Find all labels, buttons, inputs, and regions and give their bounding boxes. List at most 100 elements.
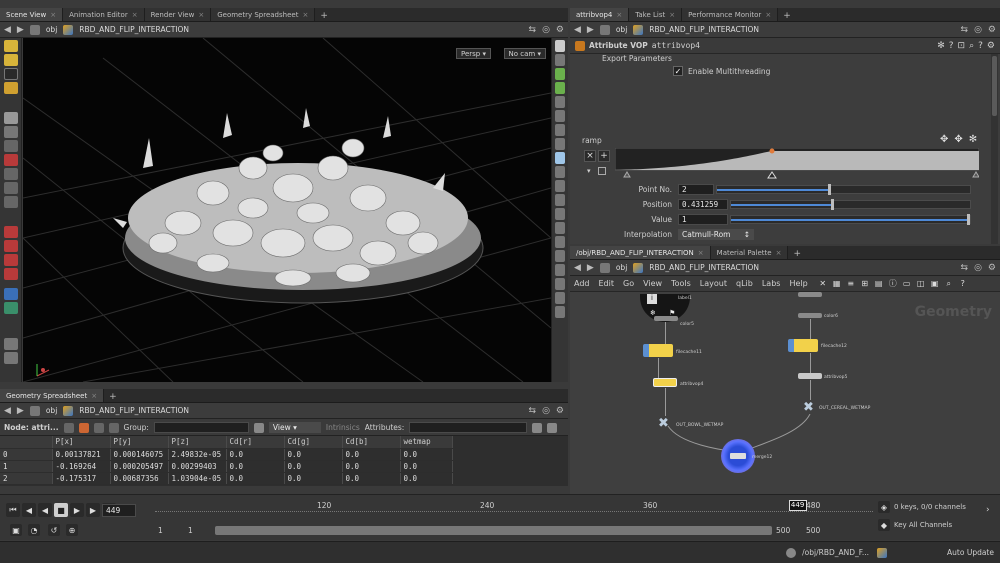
timeline-scrubber[interactable]: 120 240 360 480 449 [155, 500, 873, 519]
column-header[interactable]: wetmap [400, 436, 453, 449]
menu-edit[interactable]: Edit [599, 279, 615, 288]
network-tab-1[interactable]: Material Palette × [710, 246, 789, 259]
filter-icon[interactable] [532, 422, 543, 433]
ramp-gear-icon[interactable]: ✻ [969, 134, 977, 145]
3d-viewport[interactable]: Persp ▾ No cam ▾ [23, 38, 551, 382]
vertex-mode-icon[interactable] [78, 422, 89, 433]
link-icon[interactable]: ◎ [542, 406, 550, 416]
help-circle-icon[interactable]: ? [978, 41, 983, 51]
path-node[interactable]: RBD_AND_FLIP_INTERACTION [649, 263, 759, 272]
table-row[interactable]: 1 -0.169264 0.000205497 0.00299403 0.0 0.0 0.0… [0, 460, 453, 473]
stop-icon[interactable]: ■ [54, 503, 68, 517]
magnet-icon[interactable] [3, 268, 18, 280]
back-arrow-icon[interactable]: ◀ [4, 25, 11, 35]
path-node[interactable]: RBD_AND_FLIP_INTERACTION [79, 25, 189, 34]
null-node-icon[interactable]: ✖ [803, 400, 814, 415]
snap-point-icon[interactable] [3, 182, 18, 194]
wireframe-icon[interactable] [555, 110, 565, 122]
hide-icon[interactable] [555, 278, 565, 290]
light-bulb-icon[interactable] [555, 152, 565, 164]
column-header[interactable]: Cd[b] [342, 436, 401, 449]
snap-edge-icon[interactable] [3, 196, 18, 208]
params-tab-1[interactable]: Take List × [629, 8, 683, 21]
show-normals-icon[interactable] [555, 96, 565, 108]
shaded-icon[interactable] [555, 124, 565, 136]
menu-help[interactable]: Help [789, 279, 807, 288]
ramp-widget[interactable] [615, 148, 979, 180]
menu-add[interactable]: Add [574, 279, 590, 288]
path-obj[interactable]: obj [616, 263, 627, 272]
settings-icon[interactable]: ⚙ [987, 41, 995, 51]
home-view-icon[interactable] [3, 352, 18, 364]
node-filecache12[interactable] [788, 339, 818, 352]
menu-view[interactable]: View [643, 279, 662, 288]
point-no-slider[interactable] [716, 183, 971, 195]
display-options-icon[interactable] [555, 68, 565, 80]
global-start-field[interactable]: 1 [158, 526, 163, 535]
global-end-field[interactable]: 500 [806, 526, 820, 535]
close-icon[interactable]: × [776, 249, 782, 257]
forward-arrow-icon[interactable]: ▶ [587, 263, 594, 273]
column-header[interactable]: P[x] [52, 436, 111, 449]
spreadsheet-table[interactable]: P[x] P[y] P[z] Cd[r] Cd[g] Cd[b] wetmap 0 0.001… [0, 436, 568, 486]
ramp-menu-icon[interactable]: ▾ [587, 167, 591, 175]
menu-labs[interactable]: Labs [762, 279, 781, 288]
show-all-icon[interactable] [555, 292, 565, 304]
scale-tool-icon[interactable] [3, 82, 18, 94]
multithreading-checkbox[interactable]: ✓ [673, 66, 683, 76]
node-top-right[interactable] [798, 292, 822, 297]
help-circle-icon[interactable]: ? [956, 277, 970, 291]
forward-arrow-icon[interactable]: ▶ [17, 25, 24, 35]
add-tab-icon[interactable]: + [788, 249, 806, 259]
play-icon[interactable]: ▶ [70, 503, 84, 517]
auto-update-menu[interactable]: Auto Update [947, 548, 994, 557]
view-menu[interactable]: View ▾ [268, 422, 321, 433]
ramp-expand-icon[interactable]: ✥ [940, 134, 948, 145]
background-icon[interactable] [555, 166, 565, 178]
filter-icon[interactable] [253, 422, 264, 433]
add-tab-icon[interactable]: + [104, 392, 122, 402]
close-icon[interactable]: × [616, 11, 622, 19]
loop-icon[interactable]: ↺ [48, 524, 60, 536]
close-icon[interactable]: × [669, 11, 675, 19]
ramp-delete-icon[interactable]: × [584, 150, 596, 162]
link-icon[interactable]: ◎ [974, 25, 982, 35]
box-icon[interactable]: ◫ [914, 277, 928, 291]
lock-icon[interactable]: ⊡ [958, 41, 966, 51]
close-icon[interactable]: × [132, 11, 138, 19]
params-tab-2[interactable]: Performance Monitor × [682, 8, 779, 21]
position-field[interactable]: 0.431259 [678, 198, 728, 210]
left-tab-1[interactable]: Animation Editor × [63, 8, 145, 21]
settings-icon[interactable]: ⊕ [66, 524, 78, 536]
interpolation-menu[interactable]: Catmull-Rom ↕ [678, 228, 754, 240]
snap-curve-icon[interactable] [3, 240, 18, 252]
pin-icon[interactable]: ⇆ [961, 25, 969, 35]
gear-icon[interactable]: ⚙ [556, 25, 564, 35]
select-visible-icon[interactable] [3, 302, 18, 314]
status-path[interactable]: /obj/RBD_AND_F... [802, 548, 869, 557]
select-tool-icon[interactable] [3, 40, 18, 52]
primitive-mode-icon[interactable] [93, 422, 104, 433]
grid-toggle-icon[interactable] [555, 180, 565, 192]
table-row[interactable]: 0 0.00137821 0.000146075 2.49832e-05 0.0 0.0 0… [0, 448, 453, 461]
playback-start-field[interactable]: 1 [188, 526, 193, 535]
node-color5[interactable] [654, 316, 678, 321]
grid-icon[interactable]: ▦ [830, 277, 844, 291]
rotate-tool-icon[interactable] [3, 68, 18, 80]
path-obj[interactable]: obj [46, 25, 57, 34]
column-header[interactable]: P[z] [168, 436, 227, 449]
info-icon[interactable]: ⓘ [886, 277, 900, 291]
move-tool-icon[interactable] [3, 54, 18, 66]
snap-prim-icon[interactable] [3, 168, 18, 180]
footprint-icon[interactable] [555, 250, 565, 262]
pin-icon[interactable]: ⇆ [529, 25, 537, 35]
value-slider[interactable] [730, 213, 971, 225]
help-icon[interactable]: ? [949, 41, 954, 51]
params-scrollbar[interactable] [991, 54, 998, 244]
wrench-icon[interactable]: ✕ [816, 277, 830, 291]
pin-icon[interactable]: ⇆ [961, 263, 969, 273]
view-tool-icon[interactable] [3, 140, 18, 152]
lighting-icon[interactable] [555, 138, 565, 150]
step-forward-icon[interactable]: ▶ [86, 503, 100, 517]
isolate-icon[interactable] [555, 222, 565, 234]
